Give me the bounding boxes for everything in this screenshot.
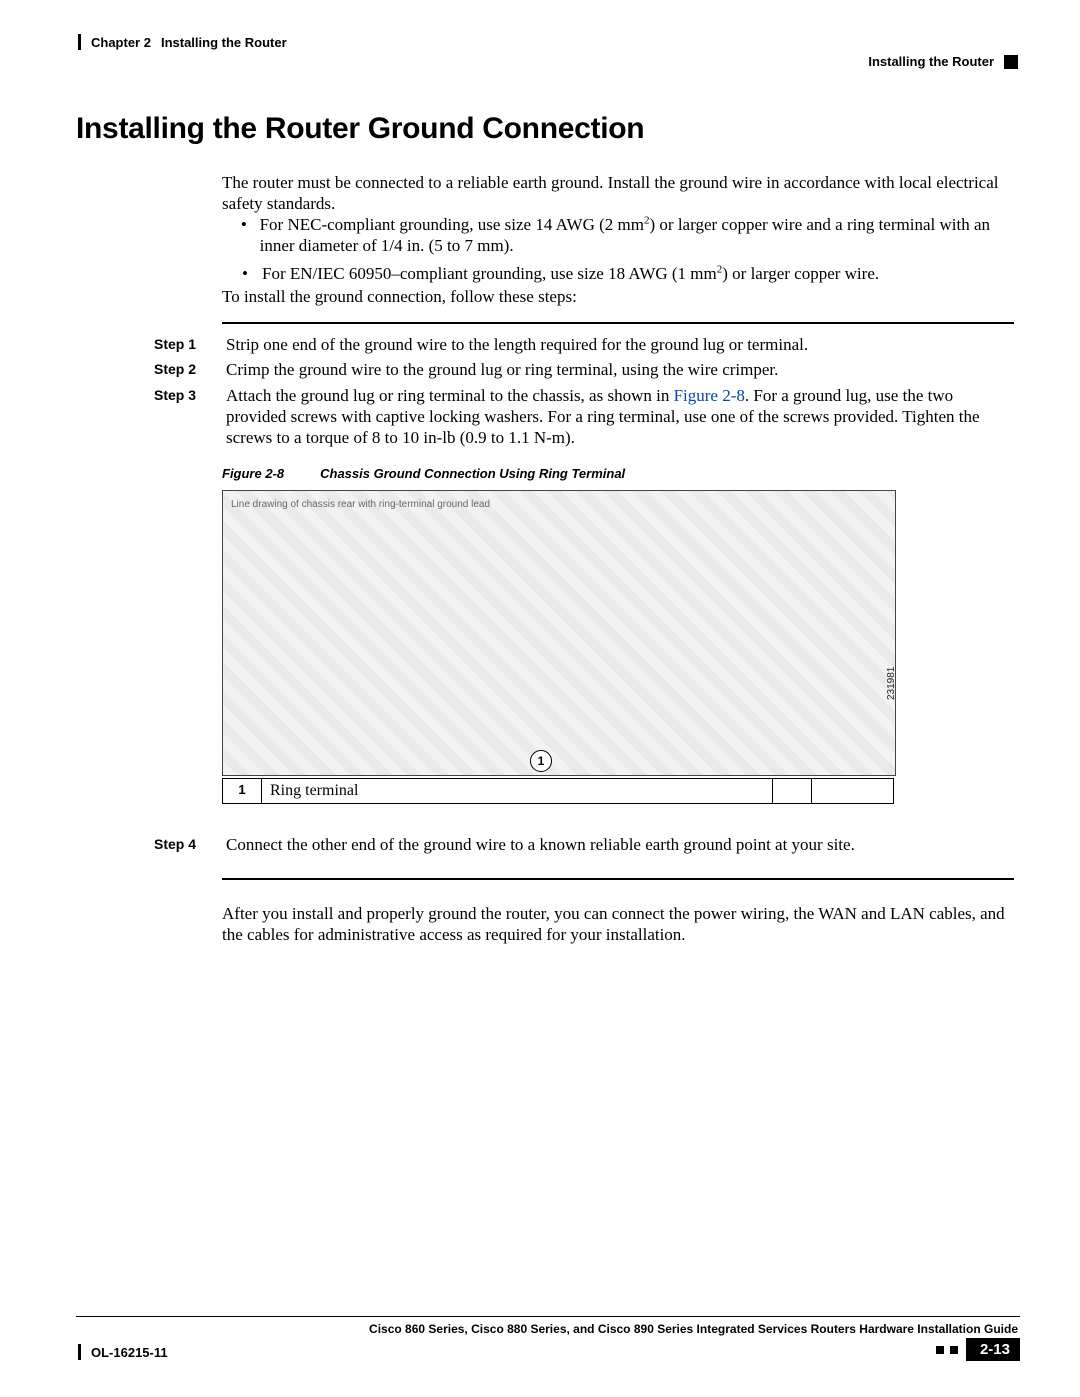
callout-text: Ring terminal (262, 779, 773, 804)
footer-doc-number: OL-16215-11 (91, 1345, 168, 1360)
callout-text-empty (811, 779, 893, 804)
callout-table: 1 Ring terminal (222, 778, 894, 804)
figure-crossref[interactable]: Figure 2-8 (674, 386, 745, 405)
figure-label: Figure 2-8 (222, 466, 284, 481)
step-text: Connect the other end of the ground wire… (226, 834, 1014, 855)
bullet-text-post: ) or larger copper wire. (722, 264, 879, 283)
header-square-icon (1004, 55, 1018, 69)
footer-left: OL-16215-11 (78, 1344, 168, 1360)
bullet-list: • For NEC-compliant grounding, use size … (240, 214, 1010, 290)
step-label: Step 3 (154, 385, 206, 449)
figure-image: Line drawing of chassis rear with ring-t… (222, 490, 896, 776)
callout-number-icon: 1 (530, 750, 552, 772)
step-row: Step 4 Connect the other end of the grou… (154, 834, 1014, 859)
figure-caption: Figure 2-8 Chassis Ground Connection Usin… (222, 466, 625, 481)
footer-rule-icon (78, 1344, 81, 1360)
list-item: • For EN/IEC 60950–compliant grounding, … (240, 263, 1010, 284)
list-item: • For NEC-compliant grounding, use size … (240, 214, 1010, 257)
rule-top (222, 322, 1014, 324)
figure-art-number: 231981 (886, 667, 897, 700)
step-row: Step 2 Crimp the ground wire to the grou… (154, 359, 1014, 380)
bullet-text-pre: For EN/IEC 60950–compliant grounding, us… (262, 264, 717, 283)
footer-rule (76, 1316, 1020, 1317)
figure-title: Chassis Ground Connection Using Ring Ter… (320, 466, 625, 481)
header-rule-icon (78, 34, 81, 50)
callout-key: 1 (223, 779, 262, 804)
step-list: Step 1 Strip one end of the ground wire … (154, 334, 1014, 452)
step-label: Step 1 (154, 334, 206, 355)
chapter-label: Chapter 2 (91, 35, 151, 50)
running-header-left: Chapter 2 Installing the Router (78, 34, 287, 50)
step-row: Step 3 Attach the ground lug or ring ter… (154, 385, 1014, 449)
bullet-icon: • (240, 263, 250, 284)
chapter-title: Installing the Router (161, 35, 287, 50)
step-label: Step 2 (154, 359, 206, 380)
page-number-text: 2-13 (980, 1341, 1010, 1358)
callout-key-empty (772, 779, 811, 804)
step-text: Crimp the ground wire to the ground lug … (226, 359, 1014, 380)
table-row: 1 Ring terminal (223, 779, 894, 804)
step-text-pre: Attach the ground lug or ring terminal t… (226, 386, 674, 405)
step-text: Strip one end of the ground wire to the … (226, 334, 1014, 355)
step-label: Step 4 (154, 834, 206, 855)
page-number: 2-13 (966, 1338, 1020, 1361)
running-header-right: Installing the Router (868, 54, 1018, 69)
section-heading: Installing the Router Ground Connection (76, 112, 644, 146)
footer-book-title: Cisco 860 Series, Cisco 880 Series, and … (369, 1322, 1018, 1336)
step-row: Step 1 Strip one end of the ground wire … (154, 334, 1014, 355)
intro-paragraph: The router must be connected to a reliab… (222, 172, 1012, 215)
steps-leadin: To install the ground connection, follow… (222, 286, 1012, 307)
closing-paragraph: After you install and properly ground th… (222, 903, 1012, 946)
footer-square-icon (936, 1346, 944, 1354)
section-breadcrumb: Installing the Router (868, 54, 994, 69)
rule-bottom (222, 878, 1014, 880)
figure-alt: Line drawing of chassis rear with ring-t… (231, 499, 490, 510)
bullet-text-pre: For NEC-compliant grounding, use size 14… (260, 215, 644, 234)
bullet-icon: • (240, 214, 248, 257)
